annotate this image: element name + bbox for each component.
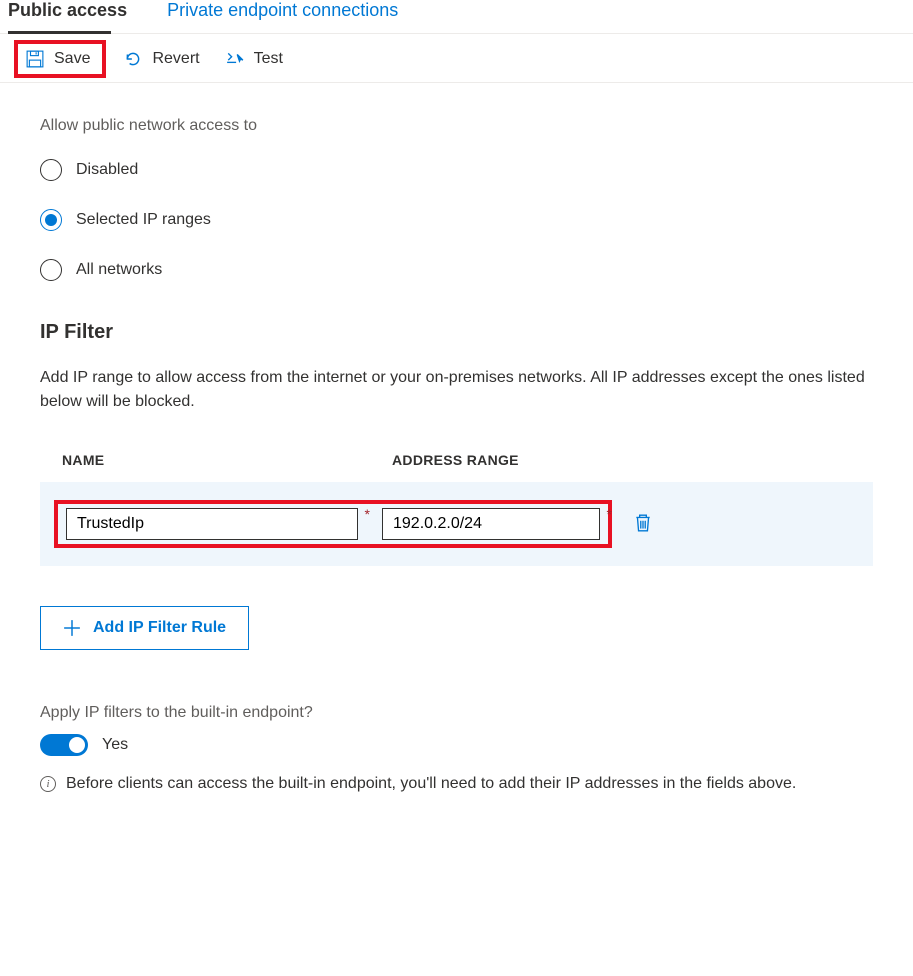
required-asterisk-icon: *: [607, 506, 612, 522]
builtin-info-text: Before clients can access the built-in e…: [66, 772, 796, 796]
revert-button-label: Revert: [152, 50, 199, 68]
test-button[interactable]: Test: [226, 50, 283, 68]
ip-filter-table-header: NAME ADDRESS RANGE: [40, 452, 873, 482]
access-heading: Allow public network access to: [40, 117, 873, 135]
ip-rule-name-input[interactable]: [66, 508, 358, 540]
radio-selected-ip-ranges[interactable]: Selected IP ranges: [40, 209, 873, 231]
ip-filter-row: * *: [40, 482, 873, 566]
revert-button[interactable]: Revert: [124, 50, 199, 68]
radio-circle-icon: [40, 159, 62, 181]
tab-private-endpoint[interactable]: Private endpoint connections: [167, 0, 410, 33]
radio-all-networks[interactable]: All networks: [40, 259, 873, 281]
add-rule-label: Add IP Filter Rule: [93, 619, 226, 637]
toggle-thumb-icon: [69, 737, 85, 753]
radio-circle-icon: [40, 259, 62, 281]
add-ip-filter-rule-button[interactable]: Add IP Filter Rule: [40, 606, 249, 650]
ip-filter-title: IP Filter: [40, 321, 873, 344]
builtin-toggle-row: Yes: [40, 734, 873, 756]
trash-icon: [634, 513, 652, 533]
toolbar: Save Revert Test: [0, 34, 913, 83]
radio-label: Disabled: [76, 161, 138, 179]
radio-circle-icon: [40, 209, 62, 231]
ip-rule-address-input[interactable]: [382, 508, 600, 540]
column-name: NAME: [62, 452, 392, 468]
access-radio-group: Disabled Selected IP ranges All networks: [40, 159, 873, 281]
delete-rule-button[interactable]: [634, 513, 652, 536]
builtin-toggle[interactable]: [40, 734, 88, 756]
ip-filter-description: Add IP range to allow access from the in…: [40, 366, 870, 414]
builtin-endpoint-label: Apply IP filters to the built-in endpoin…: [40, 704, 873, 722]
radio-label: All networks: [76, 261, 162, 279]
save-icon: [26, 50, 44, 68]
column-address-range: ADDRESS RANGE: [392, 452, 652, 468]
tabs-bar: Public access Private endpoint connectio…: [0, 0, 913, 34]
save-button[interactable]: Save: [14, 40, 106, 78]
radio-label: Selected IP ranges: [76, 211, 211, 229]
builtin-toggle-value: Yes: [102, 736, 128, 754]
radio-disabled[interactable]: Disabled: [40, 159, 873, 181]
revert-icon: [124, 50, 142, 68]
save-button-label: Save: [54, 50, 90, 68]
inputs-highlight-box: * *: [54, 500, 612, 548]
test-button-label: Test: [254, 50, 283, 68]
plus-icon: [63, 619, 81, 637]
tab-public-access[interactable]: Public access: [8, 0, 139, 33]
builtin-info-row: i Before clients can access the built-in…: [40, 772, 870, 796]
info-icon: i: [40, 776, 56, 792]
test-icon: [226, 50, 244, 68]
required-asterisk-icon: *: [365, 506, 370, 522]
